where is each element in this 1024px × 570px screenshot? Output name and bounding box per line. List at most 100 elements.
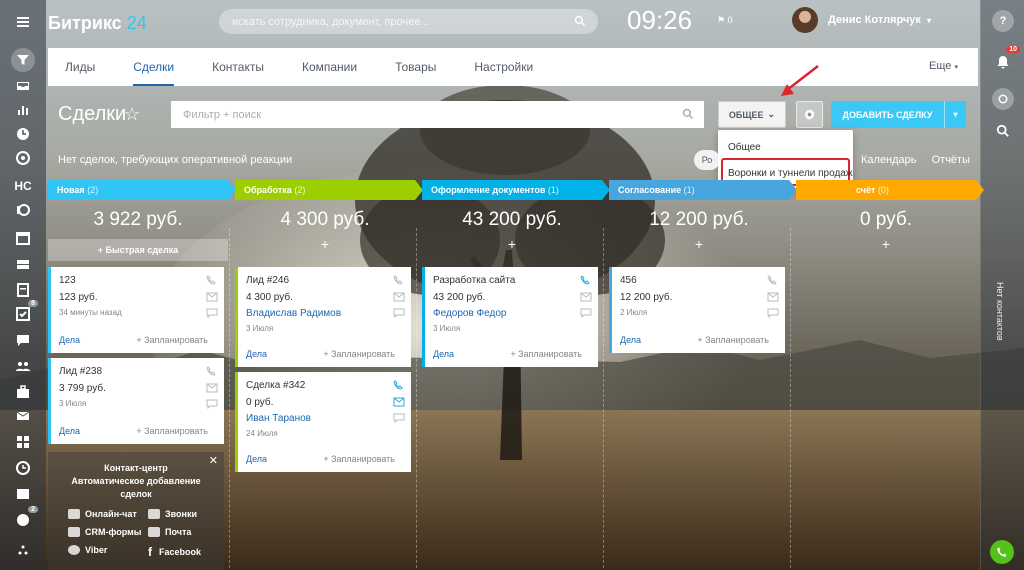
messages-icon[interactable] bbox=[992, 88, 1014, 110]
deal-title[interactable]: Лид #246 bbox=[246, 275, 289, 286]
chat-icon[interactable] bbox=[206, 308, 218, 318]
deal-title[interactable]: Лид #238 bbox=[59, 366, 102, 377]
plan-activity-link[interactable]: + Запланировать bbox=[136, 335, 208, 345]
deal-title[interactable]: Сделка #342 bbox=[246, 380, 305, 391]
chat-icon[interactable] bbox=[393, 413, 405, 423]
tab-settings[interactable]: Настройки bbox=[474, 48, 533, 86]
add-deal-plus[interactable]: + bbox=[235, 236, 415, 254]
bag-icon[interactable] bbox=[11, 382, 35, 402]
calendar-icon[interactable] bbox=[11, 228, 35, 248]
reports-link[interactable]: Отчёты bbox=[932, 154, 970, 166]
phone-icon[interactable] bbox=[393, 380, 405, 390]
stage-header[interactable]: Согласование (1) bbox=[609, 180, 797, 200]
tabs-more[interactable]: Еще ▾ bbox=[929, 60, 958, 72]
notifications-icon[interactable]: 10 bbox=[992, 46, 1020, 73]
hc-icon[interactable]: HC bbox=[11, 176, 35, 196]
deal-activities-link[interactable]: Дела bbox=[246, 349, 267, 359]
add-deal-plus[interactable]: + bbox=[609, 236, 789, 254]
cc-mail[interactable]: Почта bbox=[148, 527, 191, 537]
quick-deal-button[interactable]: + Быстрая сделка bbox=[48, 239, 228, 261]
dropdown-item-funnels[interactable]: Воронки и туннели продаж bbox=[728, 168, 853, 179]
deal-card[interactable]: Лид #238 3 799 руб. 3 Июля Дела + Заплан… bbox=[48, 358, 224, 444]
clock-icon[interactable] bbox=[11, 124, 35, 144]
add-deal-dropdown[interactable]: ▾ bbox=[944, 101, 966, 128]
tasks-icon[interactable]: 8 bbox=[11, 300, 38, 324]
tab-contacts[interactable]: Контакты bbox=[212, 48, 264, 86]
filter-search[interactable] bbox=[171, 101, 704, 128]
filter-icon[interactable] bbox=[11, 48, 35, 72]
search-icon[interactable] bbox=[992, 120, 1014, 142]
chat-icon[interactable] bbox=[580, 308, 592, 318]
plan-activity-link[interactable]: + Запланировать bbox=[323, 454, 395, 464]
pipeline-select-button[interactable]: ОБЩЕЕ ⌄ bbox=[718, 101, 786, 128]
stage-header[interactable]: Новая (2) bbox=[48, 180, 236, 200]
flag-counter[interactable]: ⚑ 0 bbox=[717, 15, 733, 26]
plan-activity-link[interactable]: + Запланировать bbox=[136, 426, 208, 436]
filter-search-input[interactable] bbox=[171, 101, 704, 128]
deal-activities-link[interactable]: Дела bbox=[620, 335, 641, 345]
network-icon[interactable] bbox=[11, 540, 35, 560]
phone-icon[interactable] bbox=[393, 275, 405, 285]
deal-title[interactable]: Разработка сайта bbox=[433, 275, 515, 286]
chat-icon[interactable] bbox=[767, 308, 779, 318]
plan-activity-link[interactable]: + Запланировать bbox=[697, 335, 769, 345]
tab-products[interactable]: Товары bbox=[395, 48, 436, 86]
view-toggle-pill[interactable]: Ро bbox=[694, 150, 720, 170]
deal-activities-link[interactable]: Дела bbox=[59, 426, 80, 436]
search-icon[interactable] bbox=[682, 108, 694, 120]
calendar-link[interactable]: Календарь bbox=[861, 154, 917, 166]
global-search[interactable] bbox=[219, 9, 598, 34]
chat-icon[interactable] bbox=[206, 399, 218, 409]
deal-card[interactable]: 123 123 руб. 34 минуты назад Дела + Запл… bbox=[48, 267, 224, 353]
settings-button[interactable] bbox=[796, 101, 823, 128]
stage-header[interactable]: Обработка (2) bbox=[235, 180, 423, 200]
deal-card[interactable]: 456 12 200 руб. 2 Июля Дела + Запланиров… bbox=[609, 267, 785, 353]
phone-icon[interactable] bbox=[767, 275, 779, 285]
phone-icon[interactable] bbox=[206, 366, 218, 376]
document-icon[interactable] bbox=[11, 280, 35, 300]
clock[interactable]: 09:26 bbox=[627, 5, 692, 36]
time-icon[interactable] bbox=[11, 458, 35, 478]
mail-icon[interactable] bbox=[206, 383, 218, 393]
target-icon[interactable] bbox=[11, 148, 35, 168]
deal-activities-link[interactable]: Дела bbox=[433, 349, 454, 359]
mail-icon[interactable] bbox=[393, 292, 405, 302]
mail-icon[interactable] bbox=[393, 397, 405, 407]
drive-icon[interactable] bbox=[11, 254, 35, 274]
menu-icon[interactable] bbox=[11, 12, 35, 32]
cc-crm-forms[interactable]: CRM-формы bbox=[68, 527, 141, 537]
check-circle-icon[interactable]: 2 bbox=[11, 506, 38, 530]
user-menu[interactable]: Денис Котлярчук ▾ bbox=[792, 7, 931, 33]
add-deal-plus[interactable]: + bbox=[422, 236, 602, 254]
phone-icon[interactable] bbox=[206, 275, 218, 285]
contacts-card-icon[interactable] bbox=[11, 484, 35, 504]
stage-header[interactable]: Оформление документов (1) bbox=[422, 180, 610, 200]
mail-icon[interactable] bbox=[767, 292, 779, 302]
chat-icon[interactable] bbox=[11, 330, 35, 350]
close-icon[interactable]: ✕ bbox=[209, 454, 218, 467]
deal-card[interactable]: Сделка #342 0 руб. Иван Таранов 24 Июля … bbox=[235, 372, 411, 472]
mail-icon[interactable] bbox=[206, 292, 218, 302]
1c-icon[interactable] bbox=[11, 200, 35, 220]
deal-title[interactable]: 123 bbox=[59, 275, 76, 286]
add-deal-button[interactable]: ДОБАВИТЬ СДЕЛКУ ▾ bbox=[831, 101, 966, 128]
help-icon[interactable]: ? bbox=[992, 10, 1014, 32]
dropdown-item-general[interactable]: Общее bbox=[728, 142, 761, 153]
chart-icon[interactable] bbox=[11, 100, 35, 120]
cc-facebook[interactable]: f Facebook bbox=[148, 545, 201, 559]
phone-icon[interactable] bbox=[990, 540, 1014, 564]
add-deal-plus[interactable]: + bbox=[796, 236, 976, 254]
global-search-input[interactable] bbox=[219, 9, 598, 34]
deal-card[interactable]: Разработка сайта 43 200 руб. Федоров Фед… bbox=[422, 267, 598, 367]
mail-icon[interactable] bbox=[11, 406, 35, 426]
cc-calls[interactable]: Звонки bbox=[148, 509, 197, 519]
star-icon[interactable]: ☆ bbox=[124, 104, 140, 125]
apps-icon[interactable] bbox=[11, 432, 35, 452]
search-icon[interactable] bbox=[574, 15, 586, 27]
deal-contact-link[interactable]: Федоров Федор bbox=[433, 308, 506, 319]
stage-header[interactable]: счёт (0) bbox=[796, 180, 984, 200]
deal-title[interactable]: 456 bbox=[620, 275, 637, 286]
deal-contact-link[interactable]: Иван Таранов bbox=[246, 413, 311, 424]
deal-contact-link[interactable]: Владислав Радимов bbox=[246, 308, 341, 319]
plan-activity-link[interactable]: + Запланировать bbox=[510, 349, 582, 359]
